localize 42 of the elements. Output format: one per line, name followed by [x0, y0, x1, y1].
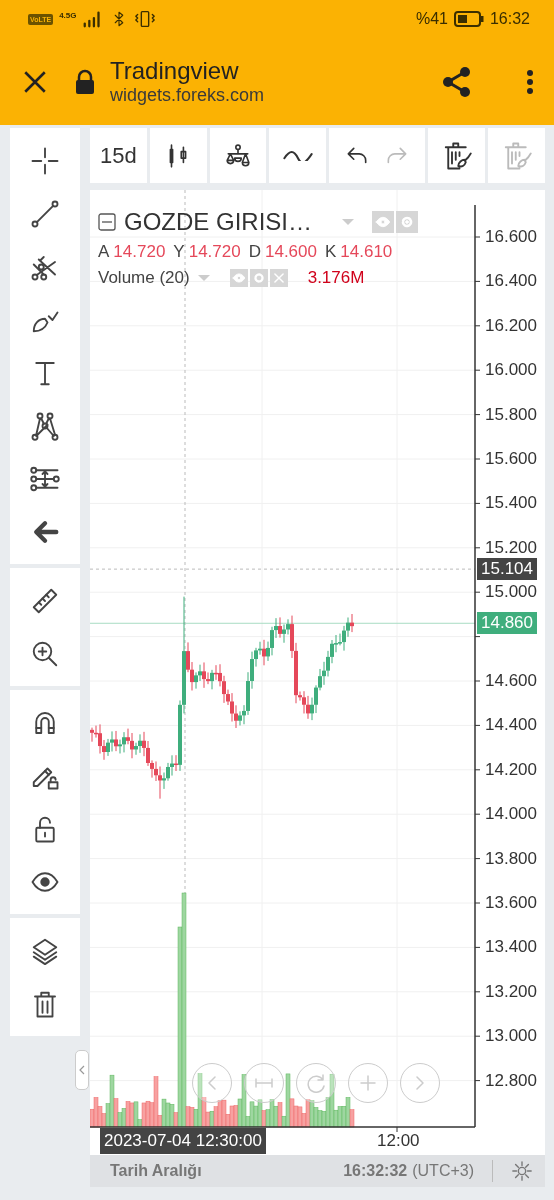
price-tick: 16.200 [485, 315, 537, 336]
price-tick: 15.200 [485, 537, 537, 558]
ohlc-value: 14.720 [188, 242, 241, 262]
price-tick: 14.600 [485, 671, 537, 691]
price-tick: 13.000 [485, 1026, 537, 1047]
price-tick: 13.600 [485, 893, 537, 913]
price-tick: 15.000 [485, 582, 537, 603]
clock: 16:32 [489, 10, 530, 28]
footer-time: 16:32:32 [343, 1162, 408, 1180]
ohlc-value: 14.600 [264, 242, 317, 262]
price-tick: 16.600 [485, 227, 537, 247]
price-tick: 15.800 [485, 404, 537, 425]
ohlc-value: 14.720 [113, 242, 166, 262]
ohlc-label: D [248, 242, 261, 262]
timezone[interactable]: (UTC+3) [412, 1162, 474, 1180]
price-tick: 13.800 [485, 848, 537, 869]
price-tick: 15.400 [485, 493, 537, 514]
symbol-name: GOZDE GIRISI… [124, 208, 312, 236]
page-url: widgets.foreks.com [110, 85, 265, 106]
price-tick: 14.000 [485, 804, 537, 825]
time-tick: 12:00 [377, 1131, 420, 1151]
ohlc-label: K [324, 242, 337, 262]
price-tick: 15.600 [485, 449, 537, 469]
price-tick: 14.400 [485, 715, 537, 736]
price-tick: 14.200 [485, 759, 537, 780]
ohlc-label: Y [173, 242, 185, 262]
network-type: 4.5G [59, 11, 77, 20]
page-title: Tradingview [110, 57, 240, 85]
price-tick: 12.800 [485, 1070, 537, 1091]
battery-percent: %41 [415, 10, 448, 28]
volume-label: Volume (20) [98, 268, 190, 288]
price-tick: 16.000 [485, 360, 537, 381]
price-tick: 13.400 [485, 937, 537, 958]
ohlc-value: 14.610 [340, 242, 393, 262]
crosshair-price-tag: 15.104 [477, 558, 537, 581]
price-tick: 13.200 [485, 981, 537, 1002]
date-range-link[interactable]: Tarih Aralığı [110, 1162, 202, 1180]
volume-value: 3.176M [307, 268, 365, 288]
price-tick: 16.400 [485, 271, 537, 292]
last-price-tag: 14.860 [477, 612, 537, 635]
crosshair-time-tag: 2023-07-04 12:30:00 [100, 1128, 266, 1154]
ohlc-label: A [98, 242, 110, 262]
